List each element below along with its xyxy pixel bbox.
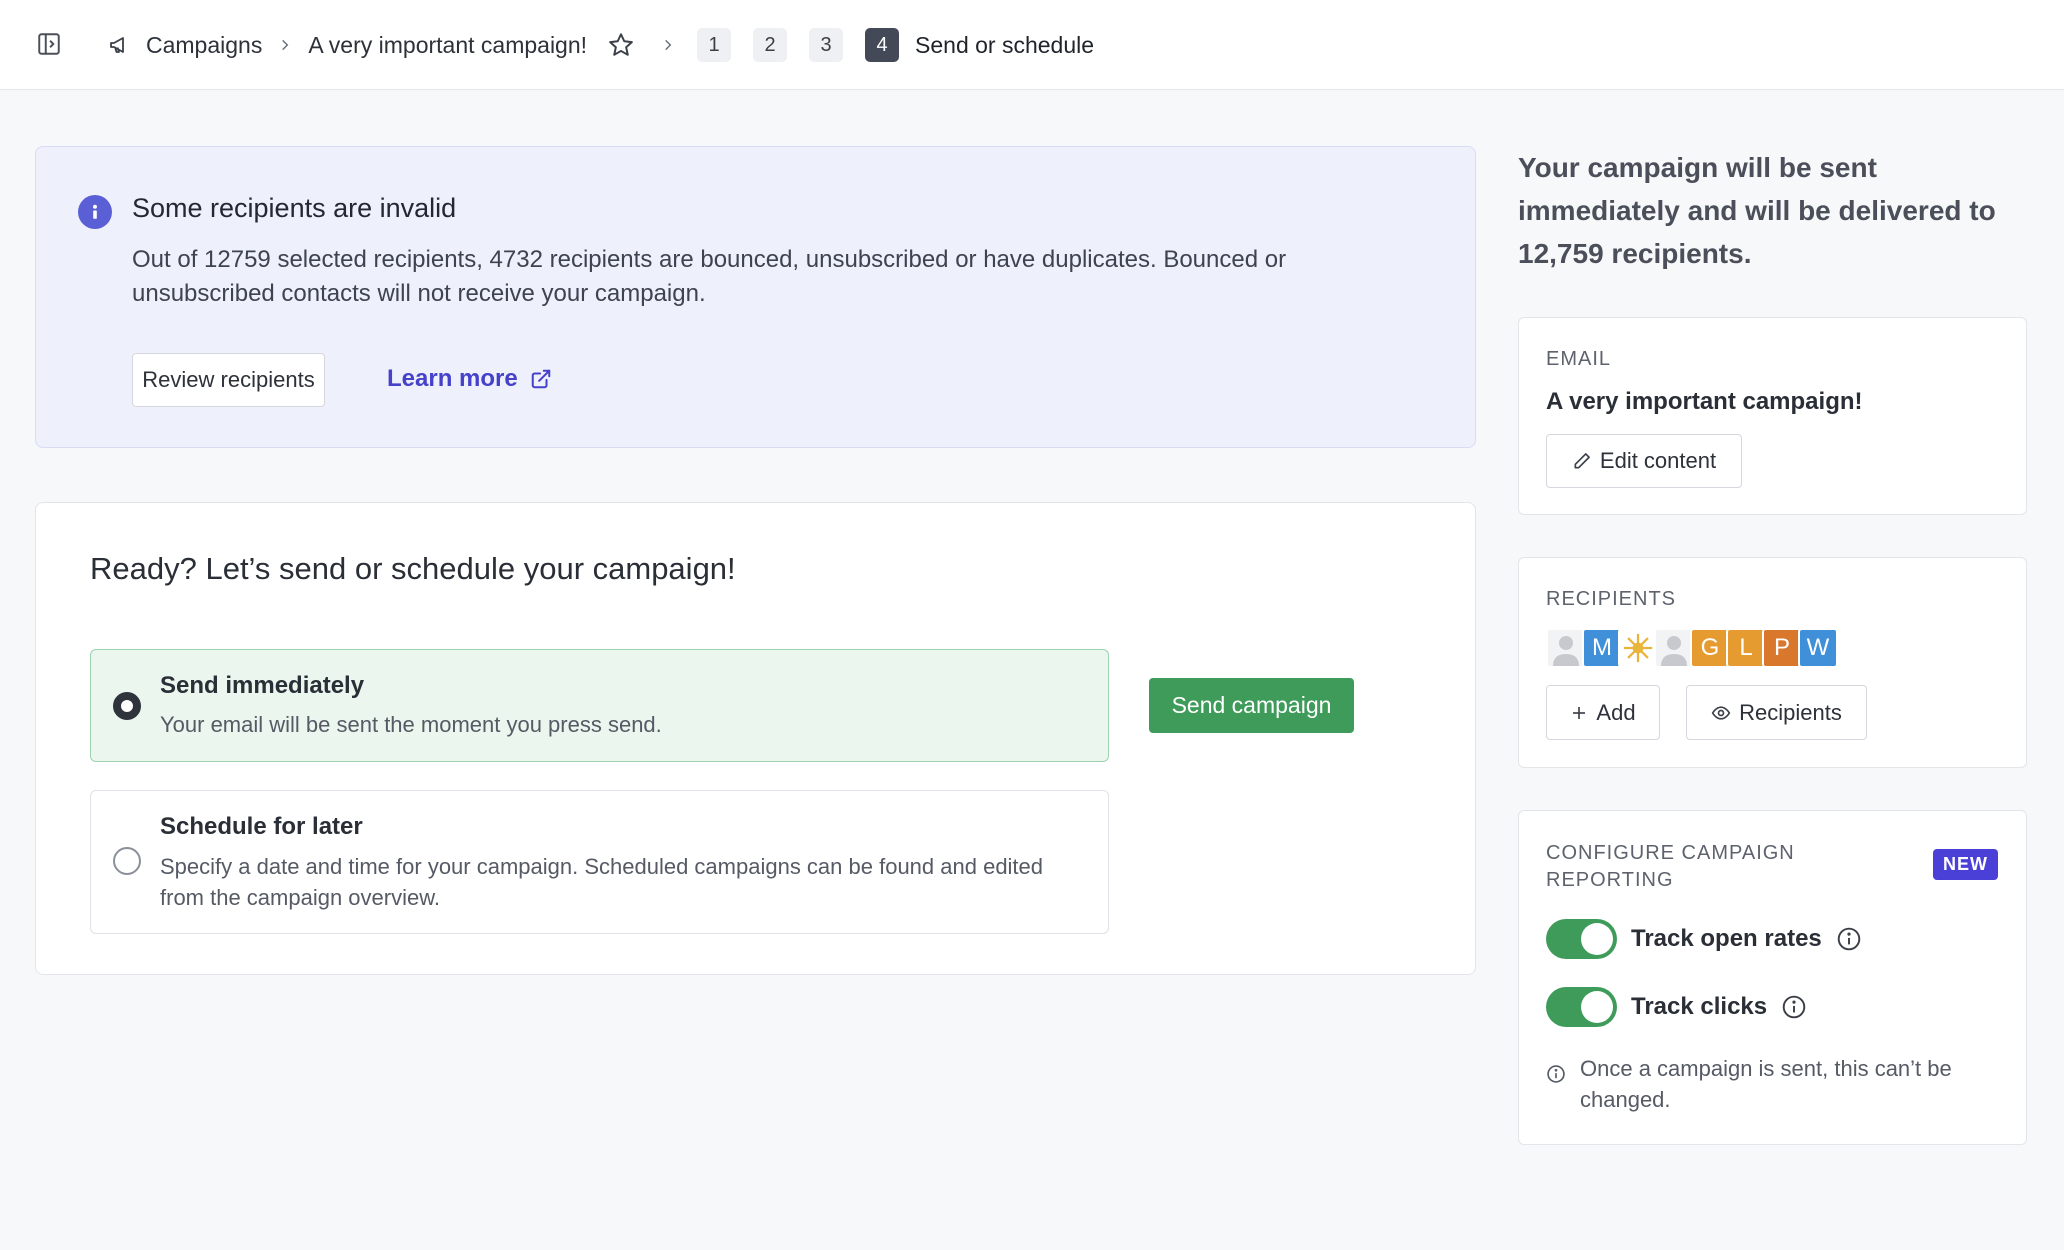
info-circle-icon[interactable] <box>1836 926 1862 952</box>
new-badge: NEW <box>1933 849 1998 880</box>
email-panel-label: Email <box>1546 348 1612 370</box>
edit-content-button[interactable]: Edit content <box>1546 434 1742 488</box>
info-circle-icon <box>1547 1065 1565 1083</box>
recipients-panel-label: Recipients <box>1546 588 1677 610</box>
info-circle-icon[interactable] <box>1781 994 1807 1020</box>
info-icon <box>78 195 112 229</box>
add-recipients-button[interactable]: Add <box>1546 685 1660 740</box>
learn-more-link[interactable]: Learn more <box>387 365 552 393</box>
delivery-summary: Your campaign will be sent immediately a… <box>1518 152 1996 269</box>
chevron-right-icon <box>661 38 675 52</box>
recipients-panel: Recipients M G L P W Add Recipients <box>1518 557 2027 768</box>
avatar: G <box>1690 628 1730 668</box>
breadcrumb-campaigns[interactable]: Campaigns <box>146 32 262 59</box>
pencil-icon <box>1574 453 1590 469</box>
external-link-icon <box>531 369 550 389</box>
sidebar-toggle-icon[interactable] <box>34 29 64 59</box>
avatar <box>1654 628 1694 668</box>
top-bar: Campaigns A very important campaign! 1 2… <box>0 0 2064 90</box>
option-send-immediately[interactable]: Send immediately Your email will be sent… <box>90 649 1109 762</box>
option-title: Send immediately <box>160 672 365 699</box>
reporting-panel: Configure campaign reporting NEW Track o… <box>1518 810 2027 1145</box>
learn-more-label: Learn more <box>387 365 518 392</box>
chevron-right-icon <box>278 38 292 52</box>
radio-send-immediately[interactable] <box>113 692 141 720</box>
track-open-toggle[interactable] <box>1546 919 1617 959</box>
view-recipients-button[interactable]: Recipients <box>1686 685 1867 740</box>
track-clicks-row: Track clicks <box>1546 987 1807 1027</box>
edit-content-label: Edit content <box>1599 448 1717 473</box>
radio-schedule-later[interactable] <box>113 847 141 875</box>
send-campaign-button[interactable]: Send campaign <box>1149 678 1354 733</box>
email-subject: A very important campaign! <box>1546 388 1863 415</box>
alert-title: Some recipients are invalid <box>132 193 457 223</box>
track-open-row: Track open rates <box>1546 919 1862 959</box>
reporting-note-text: Once a campaign is sent, this can’t be c… <box>1580 1056 1952 1112</box>
step-3[interactable]: 3 <box>809 28 844 62</box>
avatar <box>1618 628 1658 668</box>
option-description: Specify a date and time for your campaig… <box>160 854 1044 910</box>
recipients-label: Recipients <box>1739 699 1842 725</box>
option-title: Schedule for later <box>160 813 363 840</box>
step-1[interactable]: 1 <box>697 28 732 62</box>
track-clicks-label: Track clicks <box>1631 993 1768 1020</box>
add-label: Add <box>1596 699 1636 725</box>
avatar: M <box>1582 628 1622 668</box>
option-schedule-later[interactable]: Schedule for later Specify a date and ti… <box>90 790 1109 934</box>
track-clicks-toggle[interactable] <box>1546 987 1617 1027</box>
send-card-title: Ready? Let’s send or schedule your campa… <box>90 551 736 586</box>
reporting-note: Once a campaign is sent, this can’t be c… <box>1546 1053 2010 1115</box>
reporting-panel-label: Configure campaign reporting <box>1546 842 1795 891</box>
review-recipients-button[interactable]: Review recipients <box>132 353 325 407</box>
avatar: P <box>1762 628 1802 668</box>
avatar: W <box>1798 628 1838 668</box>
email-panel: Email A very important campaign! Edit co… <box>1518 317 2027 515</box>
eye-icon <box>1711 705 1731 720</box>
option-description: Your email will be sent the moment you p… <box>160 712 662 737</box>
breadcrumb-campaign-name[interactable]: A very important campaign! <box>308 32 587 59</box>
megaphone-icon <box>108 32 134 58</box>
star-icon[interactable] <box>607 31 635 59</box>
avatar <box>1546 628 1586 668</box>
track-open-label: Track open rates <box>1631 925 1822 952</box>
step-2[interactable]: 2 <box>753 28 788 62</box>
step-4[interactable]: 4 <box>865 28 900 62</box>
recipient-avatars: M G L P W <box>1546 628 1838 668</box>
avatar: L <box>1726 628 1766 668</box>
invalid-recipients-alert: Some recipients are invalid Out of 12759… <box>35 146 1476 448</box>
plus-icon <box>1573 706 1586 719</box>
current-step-label: Send or schedule <box>915 31 1095 58</box>
send-schedule-card: Ready? Let’s send or schedule your campa… <box>35 502 1476 975</box>
alert-text: Out of 12759 selected recipients, 4732 r… <box>132 246 1287 307</box>
breadcrumb: Campaigns A very important campaign! 1 2… <box>108 0 1094 90</box>
